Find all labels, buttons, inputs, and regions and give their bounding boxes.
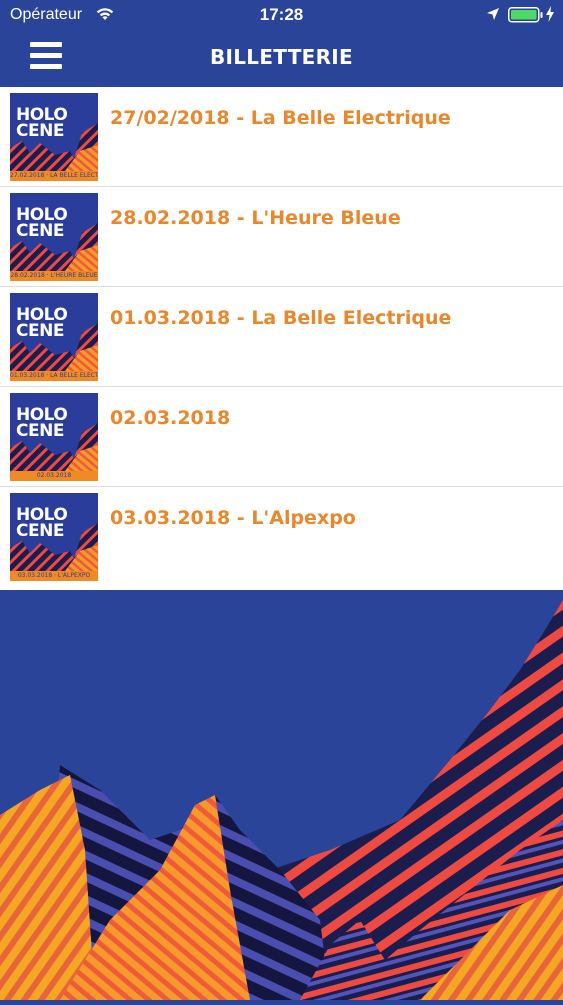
event-row[interactable]: HOLO CENE 02.03.2018 02.03.2018 [0, 387, 563, 487]
event-row[interactable]: HOLO CENE 27.02.2018 · LA BELLE ELECTRIQ… [0, 87, 563, 187]
thumb-logo-line2: CENE [16, 521, 64, 541]
event-thumbnail: HOLO CENE 27.02.2018 · LA BELLE ELECTRIQ… [10, 93, 98, 181]
thumb-date-band: 28.02.2018 · L'HEURE BLEUE [10, 271, 98, 281]
event-row[interactable]: HOLO CENE 03.03.2018 · L'ALPEXPO 03.03.2… [0, 487, 563, 590]
thumb-date-band: 03.03.2018 · L'ALPEXPO [10, 571, 98, 581]
event-title: 27/02/2018 - La Belle Electrique [110, 107, 451, 129]
thumb-date-band: 27.02.2018 · LA BELLE ELECTRIQUE [10, 171, 98, 181]
event-list: HOLO CENE 27.02.2018 · LA BELLE ELECTRIQ… [0, 87, 563, 590]
event-title: 03.03.2018 - L'Alpexpo [110, 507, 356, 529]
event-title: 01.03.2018 - La Belle Electrique [110, 307, 452, 329]
status-bar: Opérateur 17:28 [0, 0, 563, 30]
battery-icon [508, 7, 544, 28]
event-thumbnail: HOLO CENE 28.02.2018 · L'HEURE BLEUE [10, 193, 98, 281]
page-title: BILLETTERIE [209, 45, 354, 69]
thumb-logo-line2: CENE [16, 421, 64, 441]
event-thumbnail: HOLO CENE 01.03.2018 · LA BELLE ELECTRIQ… [10, 293, 98, 381]
navigation-bar: BILLETTERIE [0, 30, 563, 86]
event-row[interactable]: HOLO CENE 28.02.2018 · L'HEURE BLEUE 28.… [0, 187, 563, 287]
charging-bolt-icon [545, 6, 555, 27]
event-thumbnail: HOLO CENE 02.03.2018 [10, 393, 98, 481]
event-thumbnail: HOLO CENE 03.03.2018 · L'ALPEXPO [10, 493, 98, 581]
event-row[interactable]: HOLO CENE 01.03.2018 · LA BELLE ELECTRIQ… [0, 287, 563, 387]
thumb-date-band: 01.03.2018 · LA BELLE ELECTRIQUE [10, 371, 98, 381]
thumb-logo-line2: CENE [16, 221, 64, 241]
mountain-artwork [0, 590, 563, 1000]
thumb-logo-line2: CENE [16, 321, 64, 341]
location-arrow-icon [486, 7, 500, 26]
event-title: 02.03.2018 [110, 407, 231, 429]
status-time: 17:28 [259, 5, 304, 24]
event-title: 28.02.2018 - L'Heure Bleue [110, 207, 401, 229]
thumb-date-band: 02.03.2018 [10, 471, 98, 481]
thumb-logo-line2: CENE [16, 121, 64, 141]
